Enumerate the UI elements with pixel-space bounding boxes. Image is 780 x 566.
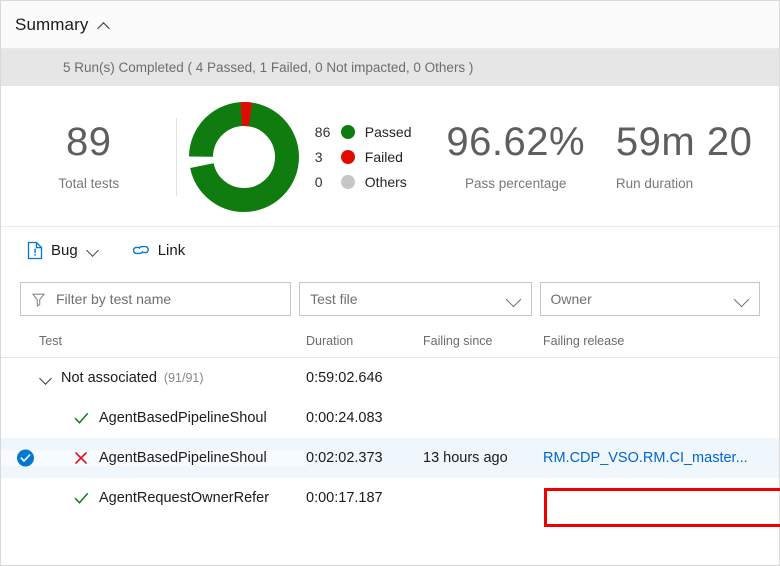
runs-completed-banner: 5 Run(s) Completed ( 4 Passed, 1 Failed,… [1, 49, 779, 87]
legend-label-failed: Failed [364, 148, 403, 165]
test-row-cell[interactable]: AgentBasedPipelineShoul [1, 450, 306, 466]
test-row-cell[interactable]: AgentBasedPipelineShoul [1, 410, 306, 426]
summary-header[interactable]: Summary [1, 1, 779, 49]
donut-svg [189, 101, 300, 212]
test-row-cell[interactable]: AgentRequestOwnerRefer [1, 490, 306, 506]
total-tests-value: 89 [65, 120, 112, 164]
row-duration: 0:00:24.083 [306, 410, 383, 426]
legend-item-others: 0 Others [315, 174, 412, 190]
total-tests-label: Total tests [58, 176, 120, 191]
run-duration-stat: 59m 20 Run duration [608, 122, 779, 191]
test-name: AgentBasedPipelineShoul [99, 410, 267, 426]
check-circle-icon[interactable] [17, 449, 34, 467]
legend-label-others: Others [364, 173, 407, 190]
table-row[interactable]: Not associated (91/91) 0:59:02.646 [1, 358, 779, 398]
row-failing-release-cell[interactable]: RM.CDP_VSO.RM.CI_master... [543, 450, 748, 466]
row-duration: 0:02:02.373 [306, 450, 383, 466]
checkmark-icon [73, 410, 89, 426]
column-header-failing-release[interactable]: Failing release [543, 334, 743, 348]
filter-bar: Filter by test name Test file Owner [1, 273, 779, 325]
total-tests-stat: 89 Total tests [1, 122, 176, 191]
bug-work-item-icon [27, 241, 43, 259]
test-name: AgentBasedPipelineShoul [99, 450, 267, 466]
table-row[interactable]: AgentBasedPipelineShoul 0:02:02.373 13 h… [1, 438, 779, 478]
legend-item-passed: 86 Passed [315, 124, 412, 140]
legend-dot-failed [340, 149, 355, 164]
link-icon [132, 245, 149, 255]
row-failing-since: 13 hours ago [423, 450, 508, 466]
owner-dropdown-value: Owner [550, 291, 592, 307]
column-header-test[interactable]: Test [1, 334, 306, 348]
chevron-down-icon[interactable] [39, 371, 53, 385]
chevron-down-icon[interactable] [87, 244, 99, 256]
test-name-filter[interactable]: Filter by test name [20, 282, 292, 316]
chevron-down-icon[interactable] [507, 292, 521, 306]
create-bug-button[interactable]: Bug [21, 235, 105, 265]
link-button-label: Link [157, 241, 186, 259]
group-name: Not associated [61, 370, 157, 386]
legend-count-others: 0 [314, 173, 323, 190]
group-row-cell[interactable]: Not associated (91/91) [1, 370, 306, 386]
stats-divider-1 [176, 117, 178, 196]
column-header-duration[interactable]: Duration [306, 334, 423, 348]
bug-button-label: Bug [51, 241, 78, 259]
run-duration-label: Run duration [615, 176, 694, 191]
legend-dot-passed [340, 124, 355, 139]
outcome-donut-chart [183, 101, 304, 213]
add-link-button[interactable]: Link [125, 235, 192, 265]
cross-icon [73, 450, 89, 466]
test-results-summary-panel: Summary 5 Run(s) Completed ( 4 Passed, 1… [0, 0, 780, 566]
pass-percentage-stat: 96.62% Pass percentage [428, 122, 604, 191]
row-duration: 0:59:02.646 [306, 370, 383, 386]
legend-count-passed: 86 [314, 123, 331, 140]
filter-funnel-icon [32, 293, 45, 307]
group-count: (91/91) [163, 371, 204, 385]
runs-completed-text: 5 Run(s) Completed ( 4 Passed, 1 Failed,… [63, 60, 474, 75]
legend-count-failed: 3 [314, 148, 323, 165]
test-file-dropdown-value: Test file [310, 291, 358, 307]
legend-label-passed: Passed [364, 123, 412, 140]
test-file-dropdown[interactable]: Test file [299, 282, 532, 316]
owner-dropdown[interactable]: Owner [539, 282, 760, 316]
column-header-failing-since[interactable]: Failing since [423, 334, 543, 348]
pass-percentage-label: Pass percentage [465, 176, 567, 191]
run-duration-value: 59m 20 [615, 120, 753, 164]
checkmark-icon [73, 490, 89, 506]
row-duration: 0:00:17.187 [306, 490, 383, 506]
table-row[interactable]: AgentBasedPipelineShoul 0:00:24.083 [1, 398, 779, 438]
chevron-down-icon[interactable] [735, 292, 749, 306]
test-name: AgentRequestOwnerRefer [99, 490, 270, 506]
summary-stats: 89 Total tests 86 Passed 3 Failed 0 Othe… [1, 87, 779, 227]
test-name-filter-placeholder: Filter by test name [56, 291, 172, 307]
page-title: Summary [15, 14, 89, 34]
results-toolbar: Bug Link [1, 227, 779, 273]
chart-legend: 86 Passed 3 Failed 0 Others [315, 124, 412, 190]
results-table-header: Test Duration Failing since Failing rele… [1, 325, 779, 358]
chevron-up-icon[interactable] [98, 19, 111, 32]
pass-percentage-value: 96.62% [446, 120, 586, 164]
legend-item-failed: 3 Failed [315, 149, 412, 165]
failing-release-link[interactable]: RM.CDP_VSO.RM.CI_master... [543, 450, 748, 466]
legend-dot-others [340, 174, 355, 189]
table-row[interactable]: AgentRequestOwnerRefer 0:00:17.187 [1, 478, 779, 518]
